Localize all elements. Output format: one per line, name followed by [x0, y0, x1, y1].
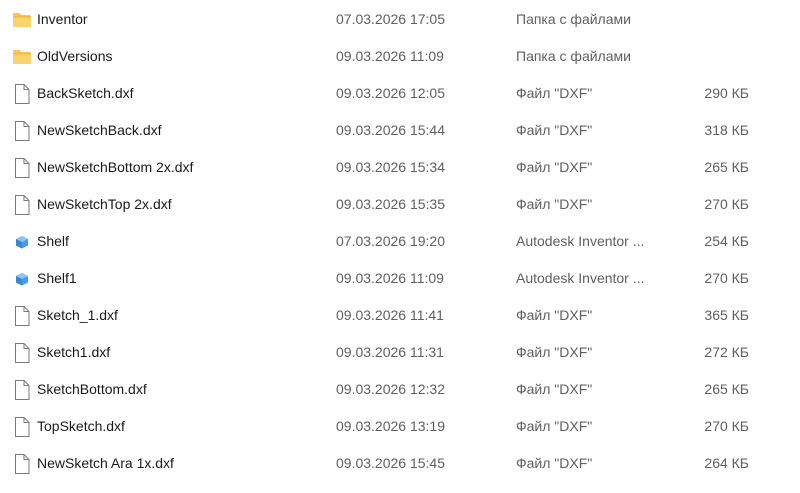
file-name: NewSketchBack.dxf	[37, 122, 162, 138]
file-name: NewSketch Ara 1x.dxf	[37, 455, 174, 471]
file-name: NewSketchBottom 2x.dxf	[37, 159, 194, 175]
file-date: 09.03.2026 11:09	[336, 48, 444, 64]
file-row[interactable]: Shelf1 09.03.2026 11:09 Autodesk Invento…	[0, 260, 800, 297]
file-row[interactable]: NewSketchBack.dxf 09.03.2026 15:44 Файл …	[0, 112, 800, 149]
folder-icon	[12, 46, 32, 68]
file-name: Inventor	[37, 11, 88, 27]
file-size: 265 КБ	[704, 381, 749, 397]
file-row[interactable]: OldVersions 09.03.2026 11:09 Папка с фай…	[0, 38, 800, 75]
document-icon	[12, 83, 32, 105]
file-name: BackSketch.dxf	[37, 85, 134, 101]
file-row[interactable]: Sketch1.dxf 09.03.2026 11:31 Файл "DXF" …	[0, 334, 800, 371]
document-icon	[12, 379, 32, 401]
file-type: Файл "DXF"	[516, 344, 593, 360]
document-icon	[12, 120, 32, 142]
folder-icon	[12, 9, 32, 31]
file-date: 07.03.2026 17:05	[336, 11, 445, 27]
inventor-part-icon	[12, 231, 32, 253]
file-row[interactable]: SketchBottom.dxf 09.03.2026 12:32 Файл "…	[0, 371, 800, 408]
file-name: Sketch_1.dxf	[37, 307, 118, 323]
file-size: 270 КБ	[704, 270, 749, 286]
file-date: 09.03.2026 15:45	[336, 455, 445, 471]
file-date: 09.03.2026 11:31	[336, 344, 444, 360]
file-size: 272 КБ	[704, 344, 749, 360]
file-size: 265 КБ	[704, 159, 749, 175]
file-type: Файл "DXF"	[516, 455, 593, 471]
file-row[interactable]: TopSketch.dxf 09.03.2026 13:19 Файл "DXF…	[0, 408, 800, 445]
file-name: Shelf1	[37, 270, 77, 286]
file-type: Файл "DXF"	[516, 159, 593, 175]
file-date: 09.03.2026 11:41	[336, 307, 444, 323]
file-type: Файл "DXF"	[516, 85, 593, 101]
file-date: 09.03.2026 15:35	[336, 196, 445, 212]
document-icon	[12, 342, 32, 364]
file-row[interactable]: NewSketchBottom 2x.dxf 09.03.2026 15:34 …	[0, 149, 800, 186]
file-row[interactable]: Shelf 07.03.2026 19:20 Autodesk Inventor…	[0, 223, 800, 260]
document-icon	[12, 453, 32, 475]
file-type: Файл "DXF"	[516, 122, 593, 138]
file-date: 09.03.2026 12:05	[336, 85, 445, 101]
document-icon	[12, 194, 32, 216]
file-type: Файл "DXF"	[516, 196, 593, 212]
file-row[interactable]: Inventor 07.03.2026 17:05 Папка с файлам…	[0, 1, 800, 38]
file-type: Папка с файлами	[516, 11, 631, 27]
file-row[interactable]: NewSketchTop 2x.dxf 09.03.2026 15:35 Фай…	[0, 186, 800, 223]
file-name: NewSketchTop 2x.dxf	[37, 196, 172, 212]
file-size: 264 КБ	[704, 455, 749, 471]
file-size: 254 КБ	[704, 233, 749, 249]
file-name: SketchBottom.dxf	[37, 381, 147, 397]
file-row[interactable]: Sketch_1.dxf 09.03.2026 11:41 Файл "DXF"…	[0, 297, 800, 334]
file-type: Папка с файлами	[516, 48, 631, 64]
file-size: 365 КБ	[704, 307, 749, 323]
file-type: Autodesk Inventor ...	[516, 270, 645, 286]
document-icon	[12, 157, 32, 179]
file-type: Файл "DXF"	[516, 418, 593, 434]
file-type: Файл "DXF"	[516, 307, 593, 323]
file-size: 318 КБ	[704, 122, 749, 138]
file-date: 07.03.2026 19:20	[336, 233, 445, 249]
file-date: 09.03.2026 15:34	[336, 159, 445, 175]
file-row[interactable]: BackSketch.dxf 09.03.2026 12:05 Файл "DX…	[0, 75, 800, 112]
file-name: Shelf	[37, 233, 69, 249]
file-date: 09.03.2026 11:09	[336, 270, 444, 286]
file-size: 270 КБ	[704, 418, 749, 434]
file-date: 09.03.2026 12:32	[336, 381, 445, 397]
file-size: 270 КБ	[704, 196, 749, 212]
inventor-part-icon	[12, 268, 32, 290]
file-row[interactable]: NewSketch Ara 1x.dxf 09.03.2026 15:45 Фа…	[0, 445, 800, 482]
file-name: Sketch1.dxf	[37, 344, 111, 360]
file-date: 09.03.2026 13:19	[336, 418, 445, 434]
file-type: Autodesk Inventor ...	[516, 233, 645, 249]
file-name: OldVersions	[37, 48, 113, 64]
document-icon	[12, 305, 32, 327]
file-size: 290 КБ	[704, 85, 749, 101]
file-name: TopSketch.dxf	[37, 418, 125, 434]
file-type: Файл "DXF"	[516, 381, 593, 397]
file-date: 09.03.2026 15:44	[336, 122, 445, 138]
file-list: Inventor 07.03.2026 17:05 Папка с файлам…	[0, 0, 800, 493]
document-icon	[12, 416, 32, 438]
